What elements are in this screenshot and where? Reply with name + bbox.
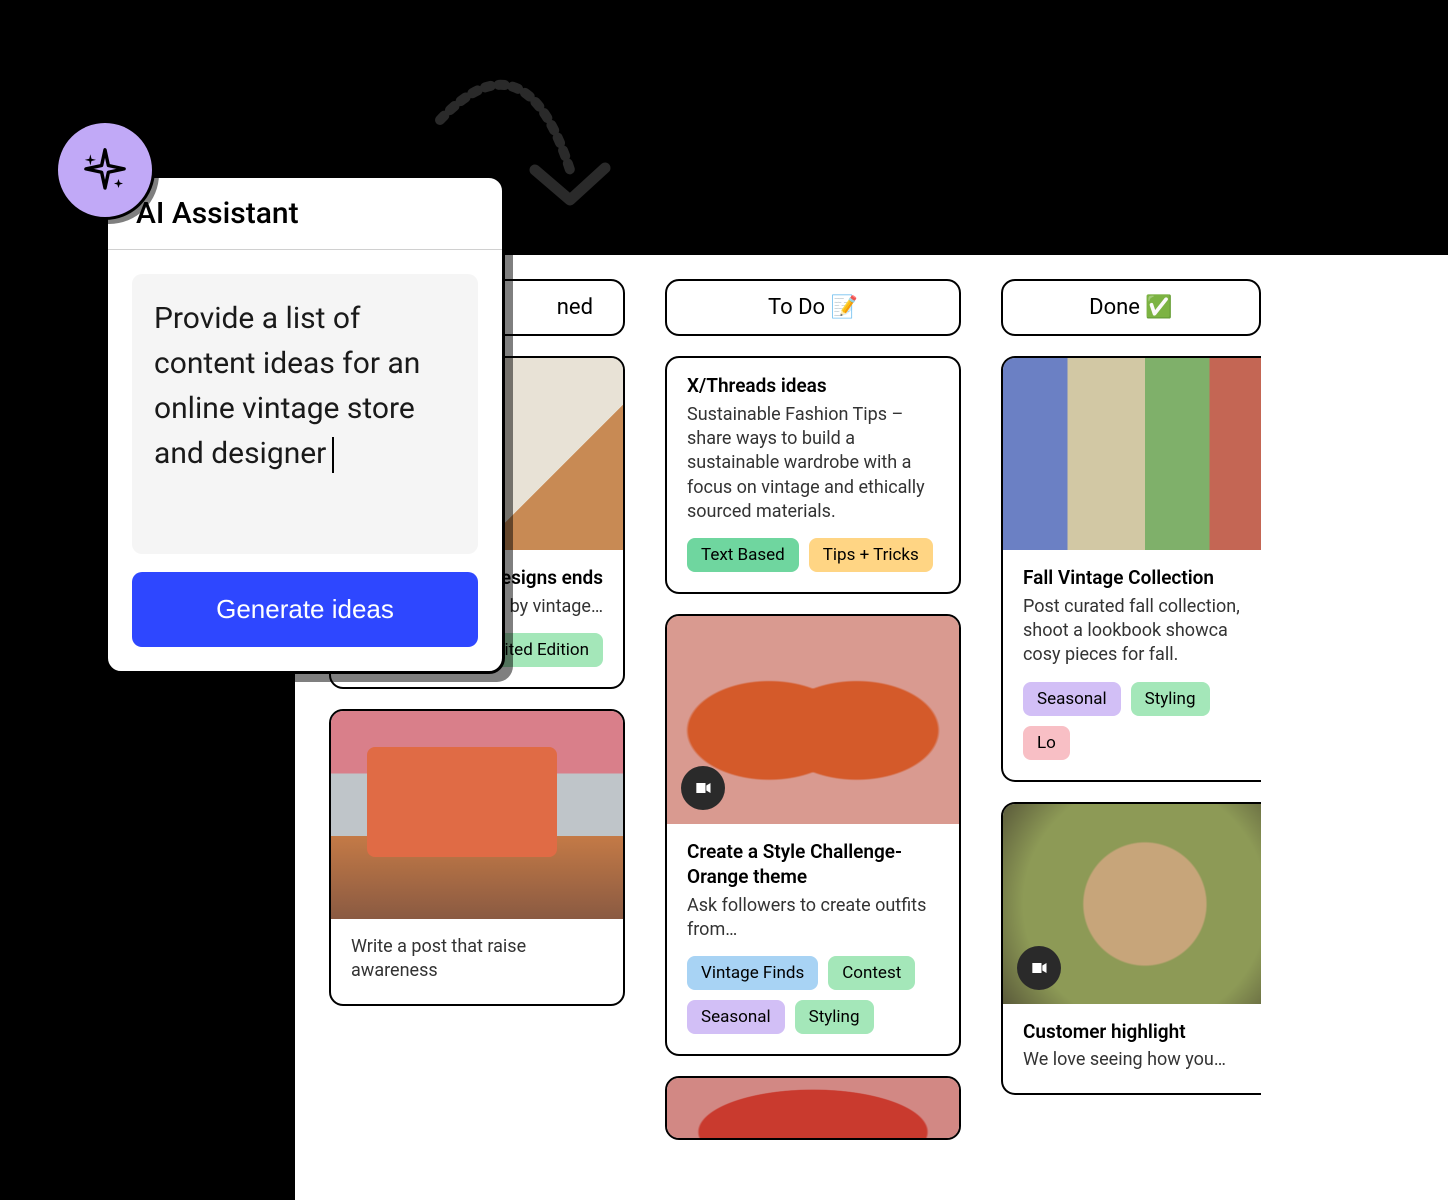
tag[interactable]: Seasonal bbox=[1023, 682, 1121, 716]
card-desc: Sustainable Fashion Tips – share ways to… bbox=[687, 403, 939, 524]
tag[interactable]: Tips + Tricks bbox=[809, 538, 933, 572]
card-title: X/Threads ideas bbox=[687, 374, 939, 399]
card-image bbox=[1003, 358, 1261, 550]
card-desc: Post curated fall collection, shoot a lo… bbox=[1023, 595, 1241, 668]
video-icon bbox=[1017, 946, 1061, 990]
tag[interactable]: Styling bbox=[1131, 682, 1210, 716]
ai-modal-title: AI Assistant bbox=[108, 178, 502, 250]
column-title-fragment: ned bbox=[557, 295, 593, 320]
column-title: To Do 📝 bbox=[768, 295, 858, 320]
card-title: Create a Style Challenge-Orange theme bbox=[687, 840, 939, 889]
card-title: Customer highlight bbox=[1023, 1020, 1241, 1045]
card[interactable] bbox=[665, 1076, 961, 1140]
card-title: Fall Vintage Collection bbox=[1023, 566, 1241, 591]
card[interactable]: Write a post that raise awareness bbox=[329, 709, 625, 1006]
tag[interactable]: Lo bbox=[1023, 726, 1070, 760]
tag[interactable]: Styling bbox=[795, 1000, 874, 1034]
text-cursor bbox=[332, 437, 334, 473]
card[interactable]: Fall Vintage Collection Post curated fal… bbox=[1001, 356, 1261, 782]
tag[interactable]: Vintage Finds bbox=[687, 956, 818, 990]
column-done: Done ✅ Fall Vintage Collection Post cura… bbox=[1001, 279, 1261, 1176]
generate-ideas-button[interactable]: Generate ideas bbox=[132, 572, 478, 647]
column-todo: To Do 📝 X/Threads ideas Sustainable Fash… bbox=[665, 279, 961, 1176]
ai-prompt-text: Provide a list of content ideas for an o… bbox=[154, 301, 420, 471]
column-header[interactable]: Done ✅ bbox=[1001, 279, 1261, 336]
card[interactable]: Create a Style Challenge-Orange theme As… bbox=[665, 614, 961, 1056]
card[interactable]: Customer highlight We love seeing how yo… bbox=[1001, 802, 1261, 1095]
card-desc: Write a post that raise awareness bbox=[351, 935, 603, 984]
video-icon bbox=[681, 766, 725, 810]
card-image bbox=[667, 616, 959, 824]
sparkle-icon bbox=[78, 143, 132, 197]
tag[interactable]: Seasonal bbox=[687, 1000, 785, 1034]
card[interactable]: X/Threads ideas Sustainable Fashion Tips… bbox=[665, 356, 961, 594]
card-image bbox=[331, 711, 623, 919]
tag[interactable]: Contest bbox=[828, 956, 915, 990]
card-desc: Ask followers to create outfits from… bbox=[687, 894, 939, 943]
ai-assistant-modal: AI Assistant Provide a list of content i… bbox=[105, 175, 505, 674]
column-header[interactable]: To Do 📝 bbox=[665, 279, 961, 336]
card-image bbox=[1003, 804, 1261, 1004]
tag[interactable]: Text Based bbox=[687, 538, 799, 572]
ai-sparkle-badge[interactable] bbox=[55, 120, 155, 220]
ai-prompt-input[interactable]: Provide a list of content ideas for an o… bbox=[132, 274, 478, 554]
column-title: Done ✅ bbox=[1089, 295, 1173, 320]
card-image bbox=[667, 1078, 959, 1138]
card-desc: We love seeing how you… bbox=[1023, 1048, 1241, 1072]
